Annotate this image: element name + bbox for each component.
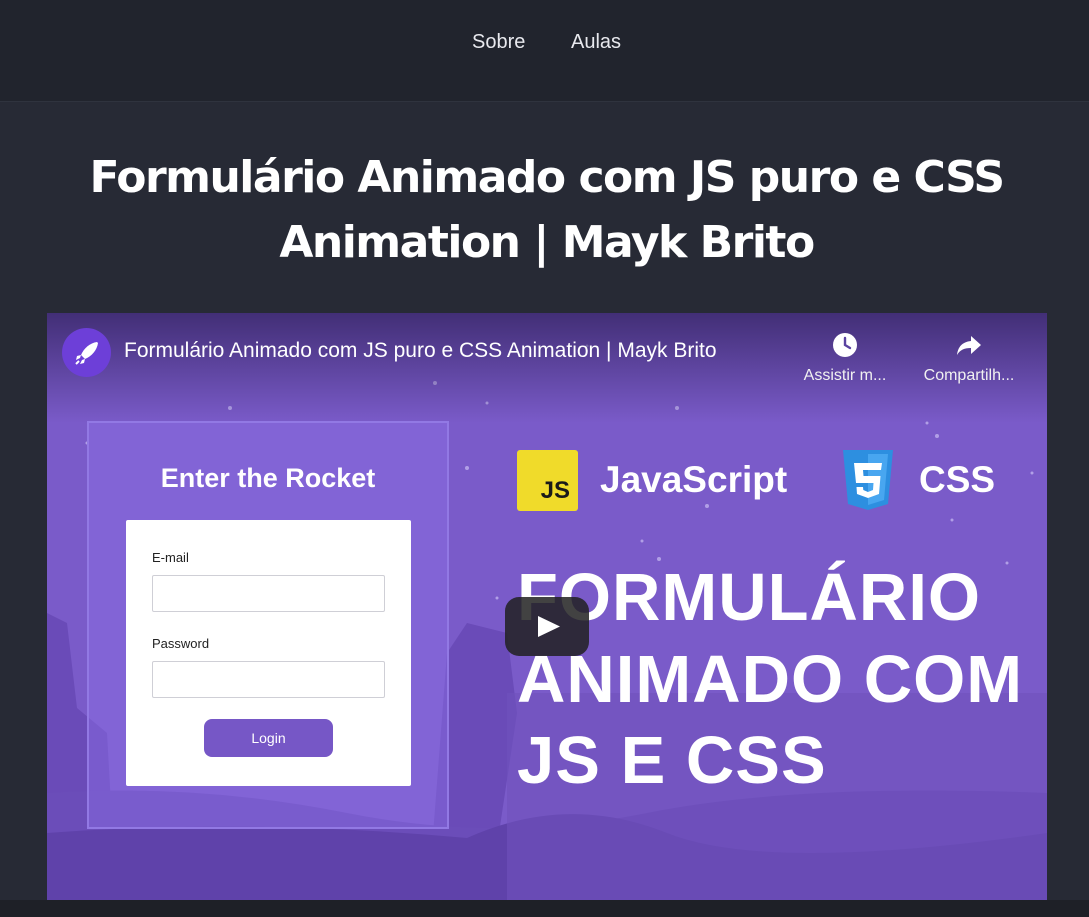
watch-later-button[interactable]: Assistir m... [785, 331, 905, 385]
page-title-line-2: Animation | Mayk Brito [279, 217, 815, 268]
channel-avatar[interactable] [62, 328, 111, 377]
page-bottom-edge [0, 900, 1089, 917]
javascript-label: JavaScript [600, 459, 788, 500]
page-title: Formulário Animado com JS puro e CSS Ani… [40, 145, 1053, 275]
headline-line-2: ANIMADO COM [517, 642, 1024, 717]
play-button[interactable] [505, 597, 589, 656]
watch-later-label: Assistir m... [803, 367, 887, 384]
js-badge-text: JS [540, 477, 570, 504]
thumbnail-form-card: E-mail Password Login [126, 520, 411, 786]
password-field [152, 661, 385, 698]
thumbnail-form-panel: Enter the Rocket E-mail Password Login [87, 421, 449, 829]
email-label: E-mail [152, 550, 189, 565]
share-button[interactable]: Compartilh... [909, 331, 1029, 385]
share-label: Compartilh... [923, 367, 1015, 384]
headline-line-3: JS E CSS [517, 723, 827, 798]
thumbnail-form-heading: Enter the Rocket [160, 463, 376, 493]
video-title-link[interactable]: Formulário Animado com JS puro e CSS Ani… [124, 339, 717, 363]
share-icon [957, 336, 981, 355]
clock-icon [833, 333, 857, 357]
rocket-icon [74, 341, 98, 365]
youtube-video-embed[interactable]: Formulário Animado com JS puro e CSS Ani… [47, 313, 1047, 900]
email-field [152, 575, 385, 612]
javascript-logo: JS [517, 450, 578, 511]
css3-icon [843, 450, 893, 510]
password-label: Password [152, 636, 210, 651]
nav-link-aulas[interactable]: Aulas [571, 31, 621, 54]
page-title-line-1: Formulário Animado com JS puro e CSS [89, 152, 1005, 203]
css-label: CSS [919, 459, 996, 500]
login-button: Login [204, 719, 333, 757]
play-icon [538, 616, 560, 637]
top-navigation: Sobre Aulas [0, 0, 1089, 102]
nav-link-sobre[interactable]: Sobre [472, 31, 525, 54]
